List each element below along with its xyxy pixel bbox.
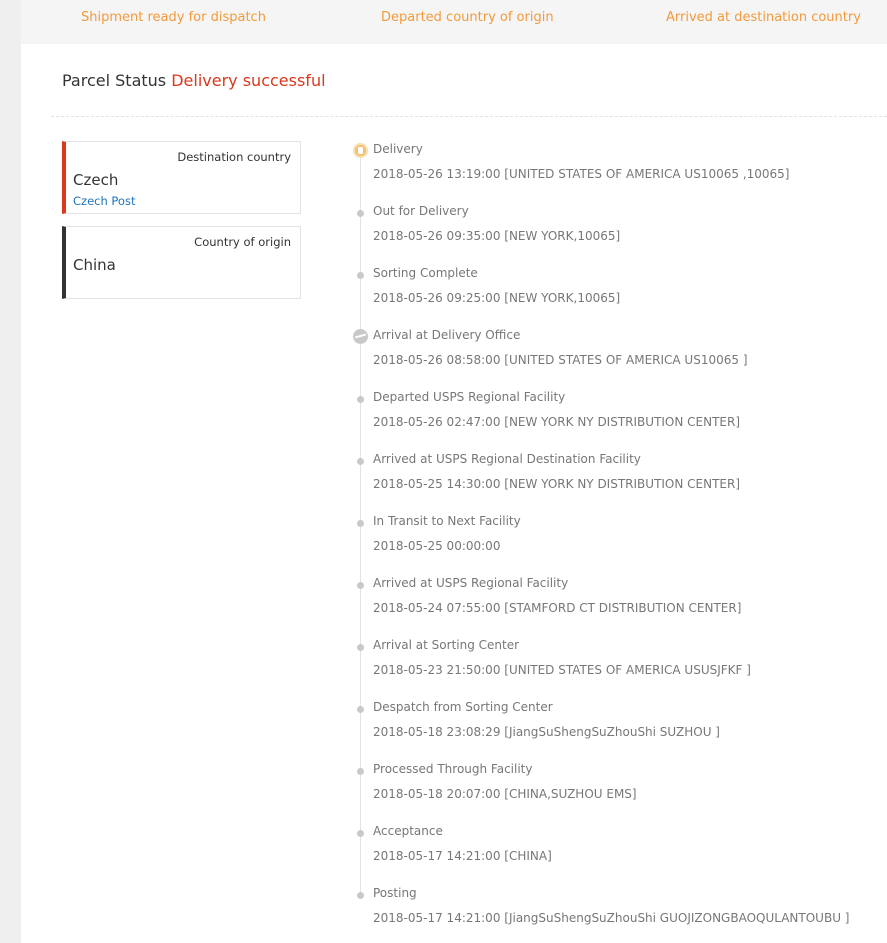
dot-icon [357, 520, 364, 527]
dot-icon [357, 210, 364, 217]
event-title: Delivery [373, 142, 423, 156]
event-detail: 2018-05-26 09:35:00 [NEW YORK,10065] [373, 229, 621, 243]
timeline-event: Departed USPS Regional Facility 2018-05-2… [353, 390, 887, 441]
event-title: In Transit to Next Facility [373, 514, 521, 528]
step-arrived-destination: Arrived at destination country [666, 10, 861, 25]
event-title: Arrived at USPS Regional Facility [373, 576, 569, 590]
dot-icon [357, 644, 364, 651]
event-title: Arrival at Sorting Center [373, 638, 520, 652]
event-detail: 2018-05-18 20:07:00 [CHINA,SUZHOU EMS] [373, 787, 637, 801]
event-detail: 2018-05-24 07:55:00 [STAMFORD CT DISTRIB… [373, 601, 742, 615]
event-title: Out for Delivery [373, 204, 469, 218]
timeline-event: Sorting Complete 2018-05-26 09:25:00 [NEW… [353, 266, 887, 317]
event-detail: 2018-05-23 21:50:00 [UNITED STATES OF AM… [373, 663, 751, 677]
destination-role-label: Destination country [177, 150, 291, 164]
dot-icon [357, 458, 364, 465]
timeline-event: Processed Through Facility 2018-05-18 20:… [353, 762, 887, 813]
event-detail: 2018-05-26 13:19:00 [UNITED STATES OF AM… [373, 167, 790, 181]
destination-country-card: Destination country Czech Czech Post [62, 141, 301, 214]
origin-country-card: Country of origin China [62, 226, 301, 299]
event-detail: 2018-05-25 00:00:00 [373, 539, 501, 553]
carrier-link[interactable]: Czech Post [73, 194, 135, 208]
step-departed-origin: Departed country of origin [381, 10, 554, 25]
event-detail: 2018-05-18 23:08:29 [JiangSuShengSuZhouS… [373, 725, 720, 739]
timeline-event: Despatch from Sorting Center 2018-05-18 2… [353, 700, 887, 751]
parcel-status-label: Parcel Status [62, 71, 167, 90]
timeline-event: Posting 2018-05-17 14:21:00 [JiangSuSheng… [353, 886, 887, 937]
event-detail: 2018-05-17 14:21:00 [JiangSuShengSuZhouS… [373, 911, 850, 925]
event-title: Arrived at USPS Regional Destination Fac… [373, 452, 641, 466]
parcel-status-value: Delivery successful [171, 71, 326, 90]
plane-landing-icon [353, 329, 368, 344]
event-detail: 2018-05-17 14:21:00 [CHINA] [373, 849, 552, 863]
event-detail: 2018-05-25 14:30:00 [NEW YORK NY DISTRIB… [373, 477, 741, 491]
step-ready-for-dispatch: Shipment ready for dispatch [81, 10, 266, 25]
timeline-event: Arrival at Sorting Center 2018-05-23 21:5… [353, 638, 887, 689]
timeline-event: In Transit to Next Facility 2018-05-25 00… [353, 514, 887, 565]
dot-icon [357, 272, 364, 279]
dot-icon [357, 830, 364, 837]
origin-role-label: Country of origin [194, 235, 291, 249]
event-title: Departed USPS Regional Facility [373, 390, 566, 404]
dot-icon [357, 396, 364, 403]
timeline-event: Delivery 2018-05-26 13:19:00 [UNITED STAT… [353, 142, 887, 193]
timeline-event: Arrived at USPS Regional Destination Fac… [353, 452, 887, 503]
event-detail: 2018-05-26 02:47:00 [NEW YORK NY DISTRIB… [373, 415, 741, 429]
tracking-panel: Shipment ready for dispatch Departed cou… [21, 0, 887, 943]
origin-country-name: China [73, 256, 116, 274]
event-title: Arrival at Delivery Office [373, 328, 521, 342]
event-title: Processed Through Facility [373, 762, 533, 776]
dot-icon [357, 768, 364, 775]
event-title: Posting [373, 886, 417, 900]
divider [51, 116, 887, 117]
delivered-icon [353, 143, 368, 158]
timeline-event: Arrived at USPS Regional Facility 2018-05… [353, 576, 887, 627]
dot-icon [357, 706, 364, 713]
dot-icon [357, 892, 364, 899]
timeline-event: Acceptance 2018-05-17 14:21:00 [CHINA] [353, 824, 887, 875]
destination-country-name: Czech [73, 171, 119, 189]
dot-icon [357, 582, 364, 589]
event-detail: 2018-05-26 08:58:00 [UNITED STATES OF AM… [373, 353, 748, 367]
parcel-status: Parcel Status Delivery successful [62, 71, 326, 90]
timeline-event: Arrival at Delivery Office 2018-05-26 08:… [353, 328, 887, 379]
event-title: Acceptance [373, 824, 443, 838]
progress-steps: Shipment ready for dispatch Departed cou… [21, 0, 887, 44]
timeline-event: Out for Delivery 2018-05-26 09:35:00 [NEW… [353, 204, 887, 255]
event-title: Sorting Complete [373, 266, 478, 280]
event-title: Despatch from Sorting Center [373, 700, 553, 714]
event-detail: 2018-05-26 09:25:00 [NEW YORK,10065] [373, 291, 621, 305]
